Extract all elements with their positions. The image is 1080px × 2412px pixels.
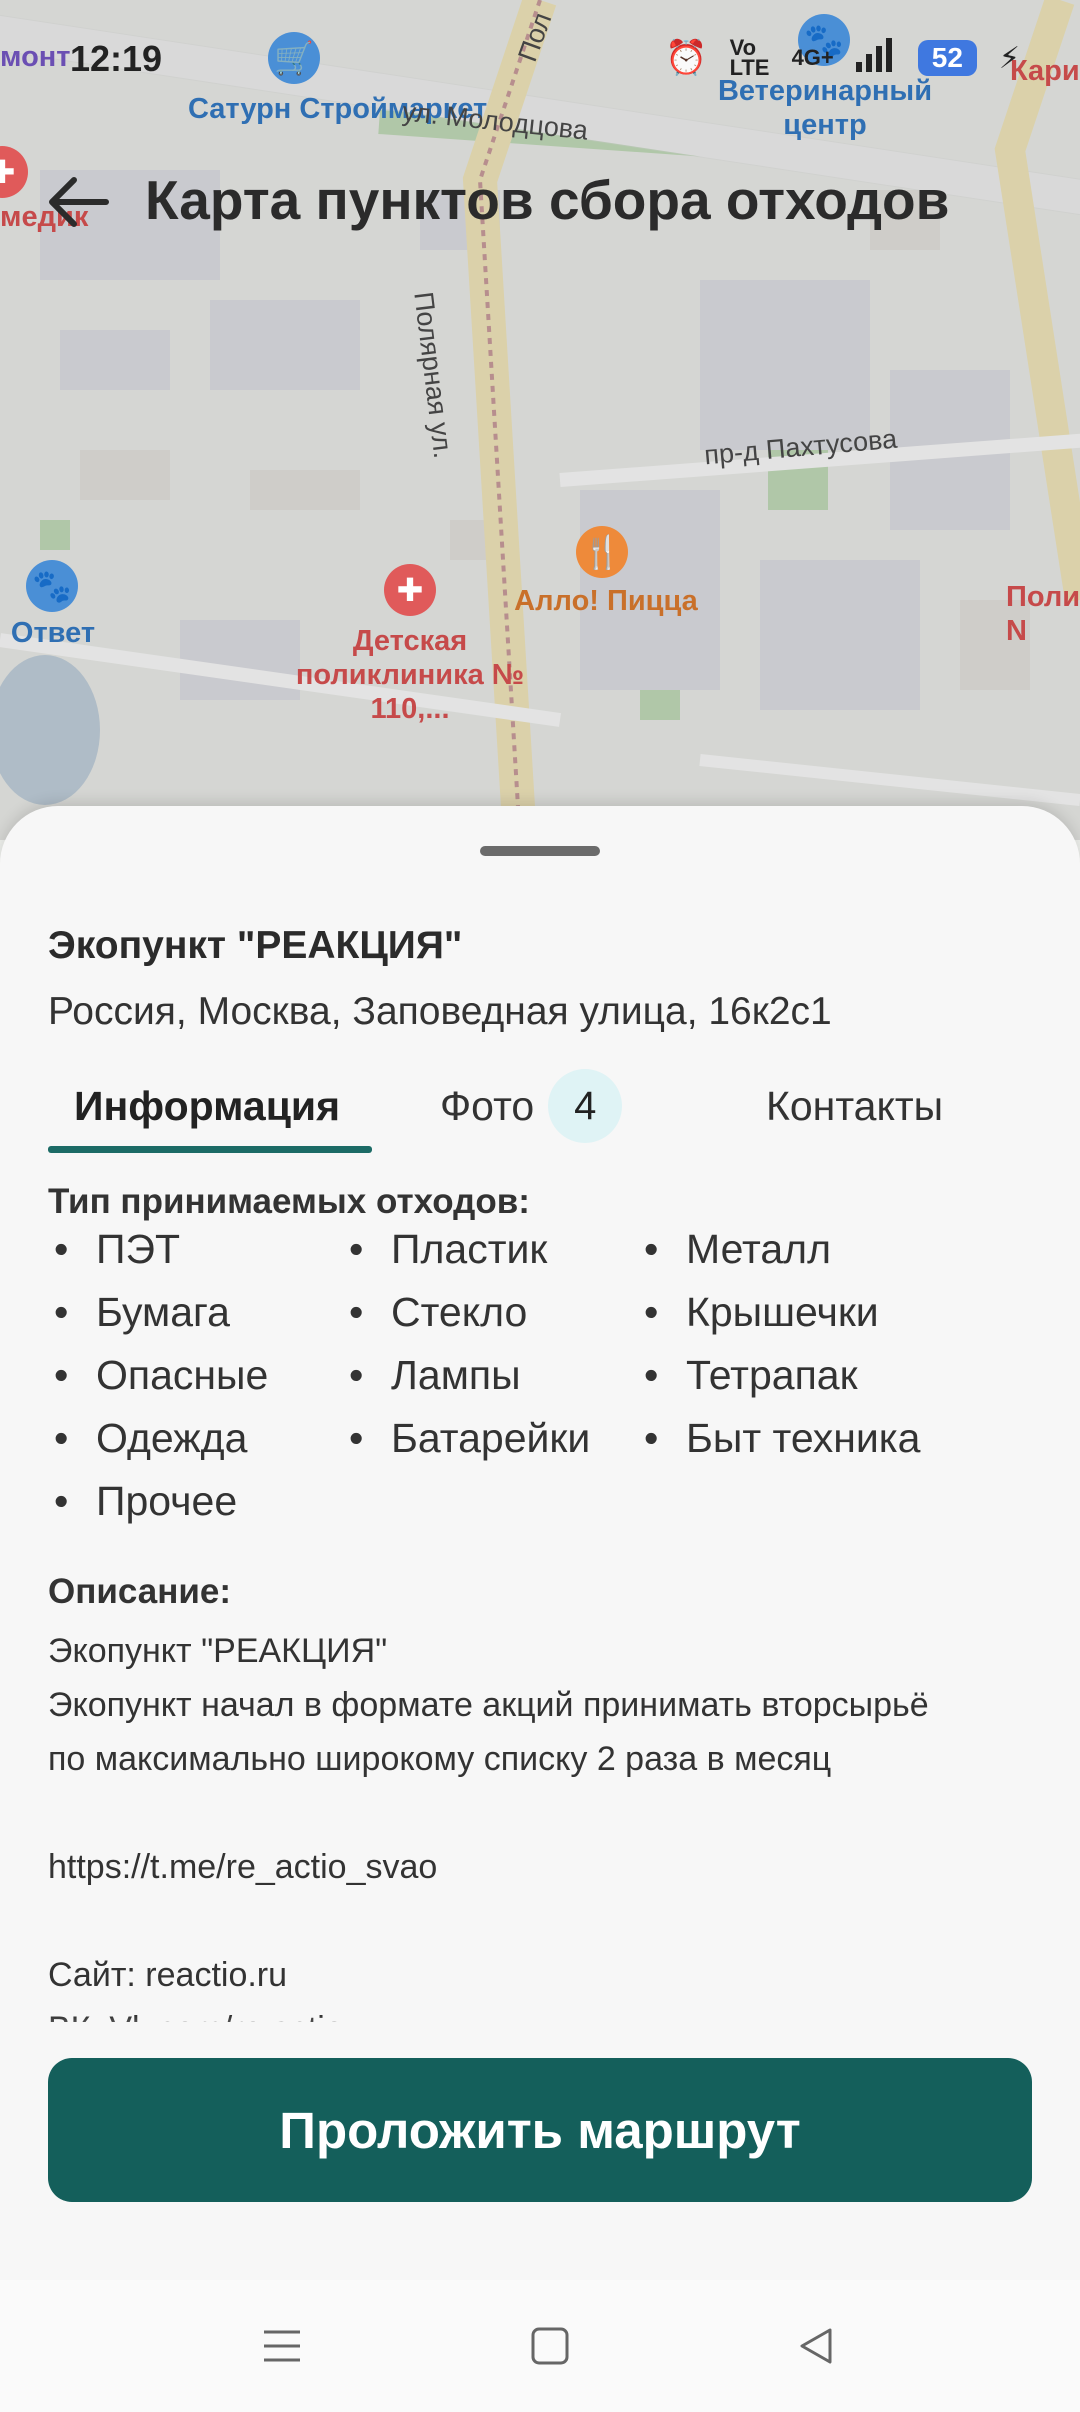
details-bottom-sheet[interactable]: Экопункт "РЕАКЦИЯ" Россия, Москва, Запов… [0, 806, 1080, 2280]
description-line: по максимально широкому списку 2 раза в … [48, 1740, 832, 1778]
volte-label: Vo LTE [729, 35, 770, 80]
sheet-drag-handle[interactable] [480, 846, 600, 856]
status-bar: 12:19 ⏰ Vo LTE 4G+ 52 ⚡ [0, 0, 1080, 120]
place-name: Экопункт "РЕАКЦИЯ" [48, 924, 463, 967]
status-icons: ⏰ Vo LTE 4G+ 52 ⚡ [665, 35, 1020, 80]
description-title: Описание: [48, 1572, 232, 1611]
scroll-fade [0, 2016, 1080, 2056]
poi-clinic[interactable]: Детская поликлиника № 110,... [290, 624, 530, 726]
alarm-icon: ⏰ [665, 39, 708, 77]
arrow-left-icon [49, 177, 109, 227]
fork-knife-icon[interactable]: 🍴 [576, 526, 628, 578]
description-line: Экопункт "РЕАКЦИЯ" [48, 1632, 388, 1670]
place-address: Россия, Москва, Заповедная улица, 16к2с1 [48, 990, 832, 1033]
list-item: Пластик [343, 1226, 547, 1273]
active-tab-indicator [48, 1146, 372, 1153]
poi-poli[interactable]: Поли N [1006, 580, 1080, 648]
photo-count-badge: 4 [548, 1069, 623, 1143]
list-item: Одежда [48, 1415, 247, 1462]
waste-types-title: Тип принимаемых отходов: [48, 1182, 530, 1221]
list-item: Прочее [48, 1478, 237, 1525]
battery-level: 52 [917, 40, 977, 76]
list-item: Металл [638, 1226, 831, 1273]
tab-contacts[interactable]: Контакты [766, 1064, 943, 1148]
waste-types-list: ПЭТ Пластик Металл Бумага Стекло Крышечк… [48, 1226, 1032, 1556]
menu-button[interactable] [252, 2316, 312, 2376]
list-item: Крышечки [638, 1289, 879, 1336]
back-button[interactable] [38, 162, 118, 242]
list-item: Опасные [48, 1352, 268, 1399]
list-item: ПЭТ [48, 1226, 180, 1273]
build-route-button[interactable]: Проложить маршрут [48, 2058, 1032, 2202]
list-item: Батарейки [343, 1415, 590, 1462]
home-button[interactable] [520, 2316, 580, 2376]
list-item: Бумага [48, 1289, 230, 1336]
telegram-link[interactable]: https://t.me/re_actio_svao [48, 1840, 437, 1894]
list-item: Быт техника [638, 1415, 920, 1462]
menu-icon [264, 2330, 300, 2362]
back-nav-button[interactable] [786, 2316, 846, 2376]
tab-information-label: Информация [74, 1082, 341, 1129]
medical-cross-icon[interactable]: ✚ [384, 564, 436, 616]
list-item: Тетрапак [638, 1352, 858, 1399]
status-time: 12:19 [70, 38, 163, 79]
tab-bar: Информация Фото 4 Контакты [48, 1064, 1032, 1154]
list-item: Лампы [343, 1352, 521, 1399]
tab-photo[interactable]: Фото 4 [440, 1064, 623, 1148]
map-view[interactable]: 🛒 Сатурн Строймаркет 🐾 Ветеринарный цент… [0, 0, 1080, 840]
signal-icon [855, 38, 896, 78]
network-label: 4G+ [791, 45, 834, 70]
home-square-icon [531, 2327, 569, 2365]
tab-information[interactable]: Информация [74, 1064, 340, 1148]
charging-icon: ⚡ [998, 41, 1020, 75]
website-line[interactable]: Сайт: reactio.ru [48, 1948, 287, 2002]
tab-photo-label: Фото [440, 1082, 535, 1129]
page-title: Карта пунктов сбора отходов [145, 169, 950, 231]
poi-otvet[interactable]: Ответ [0, 616, 106, 650]
poi-pizza[interactable]: Алло! Пицца [496, 584, 716, 618]
app-header: Карта пунктов сбора отходов [0, 140, 1080, 260]
system-nav-bar [0, 2280, 1080, 2412]
tab-contacts-label: Контакты [766, 1082, 944, 1129]
description-line: Экопункт начал в формате акций принимать… [48, 1686, 929, 1724]
paw-icon[interactable]: 🐾 [26, 560, 78, 612]
triangle-back-icon [800, 2328, 832, 2364]
list-item: Стекло [343, 1289, 527, 1336]
